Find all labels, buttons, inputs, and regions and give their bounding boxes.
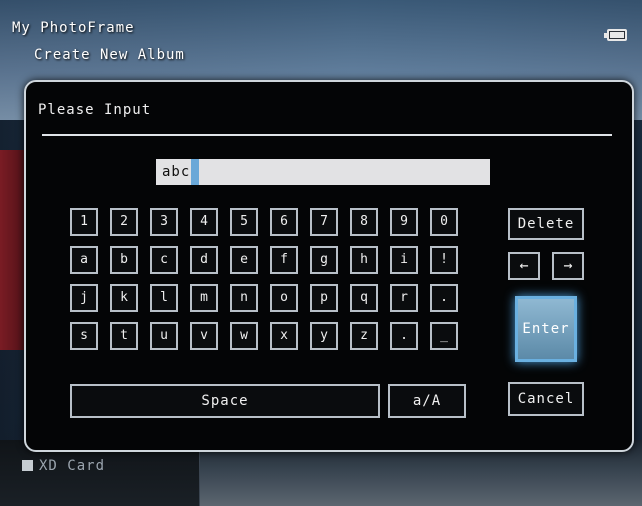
- key-1-2[interactable]: c: [150, 246, 178, 274]
- key-3-3[interactable]: v: [190, 322, 218, 350]
- key-2-2[interactable]: l: [150, 284, 178, 312]
- key-2-1[interactable]: k: [110, 284, 138, 312]
- key-0-9[interactable]: 0: [430, 208, 458, 236]
- key-1-8[interactable]: i: [390, 246, 418, 274]
- key-1-1[interactable]: b: [110, 246, 138, 274]
- key-1-3[interactable]: d: [190, 246, 218, 274]
- key-3-0[interactable]: s: [70, 322, 98, 350]
- text-input-value: abc: [162, 164, 191, 180]
- key-0-8[interactable]: 9: [390, 208, 418, 236]
- key-0-4[interactable]: 5: [230, 208, 258, 236]
- text-input-field[interactable]: abc: [156, 159, 490, 185]
- key-2-8[interactable]: r: [390, 284, 418, 312]
- key-3-8[interactable]: .: [390, 322, 418, 350]
- key-2-0[interactable]: j: [70, 284, 98, 312]
- key-0-1[interactable]: 2: [110, 208, 138, 236]
- key-0-3[interactable]: 4: [190, 208, 218, 236]
- key-3-9[interactable]: _: [430, 322, 458, 350]
- key-0-0[interactable]: 1: [70, 208, 98, 236]
- key-1-7[interactable]: h: [350, 246, 378, 274]
- key-2-4[interactable]: n: [230, 284, 258, 312]
- card-icon: [22, 460, 33, 471]
- key-2-9[interactable]: .: [430, 284, 458, 312]
- key-1-9[interactable]: !: [430, 246, 458, 274]
- key-1-0[interactable]: a: [70, 246, 98, 274]
- key-2-5[interactable]: o: [270, 284, 298, 312]
- key-1-4[interactable]: e: [230, 246, 258, 274]
- key-0-2[interactable]: 3: [150, 208, 178, 236]
- space-key[interactable]: Space: [70, 384, 380, 418]
- enter-key[interactable]: Enter: [515, 296, 577, 362]
- key-0-6[interactable]: 7: [310, 208, 338, 236]
- input-dialog: Please Input abc 1 2 3 4 5 6 7 8 9 0 a b c d e f g h i! j k l…: [24, 80, 634, 452]
- text-cursor: [191, 159, 200, 185]
- dialog-title: Please Input: [38, 102, 152, 118]
- right-arrow-key[interactable]: →: [552, 252, 584, 280]
- dialog-divider: [42, 134, 612, 136]
- key-3-2[interactable]: u: [150, 322, 178, 350]
- battery-icon: [604, 29, 627, 41]
- xd-card-label: XD Card: [39, 458, 106, 474]
- app-title: My PhotoFrame: [12, 20, 135, 36]
- key-1-6[interactable]: g: [310, 246, 338, 274]
- delete-key[interactable]: Delete: [508, 208, 584, 240]
- key-2-6[interactable]: p: [310, 284, 338, 312]
- key-3-1[interactable]: t: [110, 322, 138, 350]
- page-subtitle: Create New Album: [34, 47, 185, 63]
- xd-card-item: XD Card: [22, 458, 105, 474]
- cancel-key[interactable]: Cancel: [508, 382, 584, 416]
- key-0-7[interactable]: 8: [350, 208, 378, 236]
- key-3-5[interactable]: x: [270, 322, 298, 350]
- key-0-5[interactable]: 6: [270, 208, 298, 236]
- key-3-7[interactable]: z: [350, 322, 378, 350]
- case-toggle-key[interactable]: a/A: [388, 384, 466, 418]
- key-3-4[interactable]: w: [230, 322, 258, 350]
- key-3-6[interactable]: y: [310, 322, 338, 350]
- key-1-5[interactable]: f: [270, 246, 298, 274]
- left-arrow-key[interactable]: ←: [508, 252, 540, 280]
- key-2-7[interactable]: q: [350, 284, 378, 312]
- key-2-3[interactable]: m: [190, 284, 218, 312]
